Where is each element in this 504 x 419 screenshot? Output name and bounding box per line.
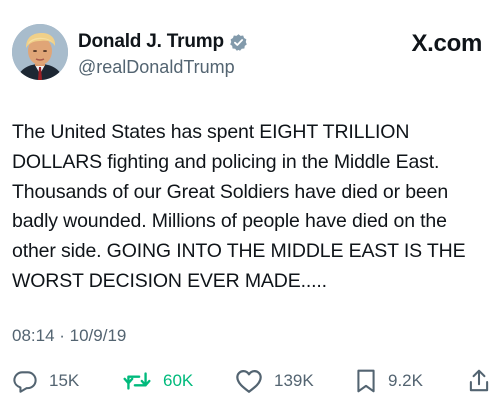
verified-badge-icon bbox=[229, 33, 248, 52]
avatar[interactable] bbox=[12, 24, 68, 80]
reply-button[interactable]: 15K bbox=[12, 366, 79, 396]
like-icon bbox=[235, 368, 263, 394]
tweet-text: The United States has spent EIGHT TRILLI… bbox=[12, 121, 466, 292]
like-count: 139K bbox=[274, 371, 314, 390]
share-button[interactable] bbox=[468, 366, 490, 396]
reply-count: 15K bbox=[49, 371, 80, 390]
tweet-timestamp[interactable]: 08:14 · 10/9/19 bbox=[12, 326, 126, 346]
retweet-icon bbox=[122, 368, 152, 394]
display-name[interactable]: Donald J. Trump bbox=[78, 31, 224, 53]
retweet-button[interactable]: 60K bbox=[122, 366, 193, 396]
action-bar: 15K 60K 139K 9.2K bbox=[12, 366, 492, 396]
bookmark-button[interactable]: 9.2K bbox=[355, 366, 423, 396]
author-names: Donald J. Trump @realDonaldTrump bbox=[78, 30, 248, 78]
display-name-row: Donald J. Trump bbox=[78, 30, 248, 54]
share-icon bbox=[468, 368, 490, 394]
tweet-header: Donald J. Trump @realDonaldTrump X.com bbox=[12, 24, 492, 84]
like-button[interactable]: 139K bbox=[235, 366, 314, 396]
user-handle[interactable]: @realDonaldTrump bbox=[78, 57, 248, 78]
avatar-image bbox=[12, 24, 68, 80]
bookmark-icon bbox=[355, 368, 377, 394]
brand-logo: X.com bbox=[411, 30, 482, 57]
bookmark-count: 9.2K bbox=[388, 371, 423, 390]
reply-icon bbox=[12, 368, 38, 394]
retweet-count: 60K bbox=[163, 371, 194, 390]
